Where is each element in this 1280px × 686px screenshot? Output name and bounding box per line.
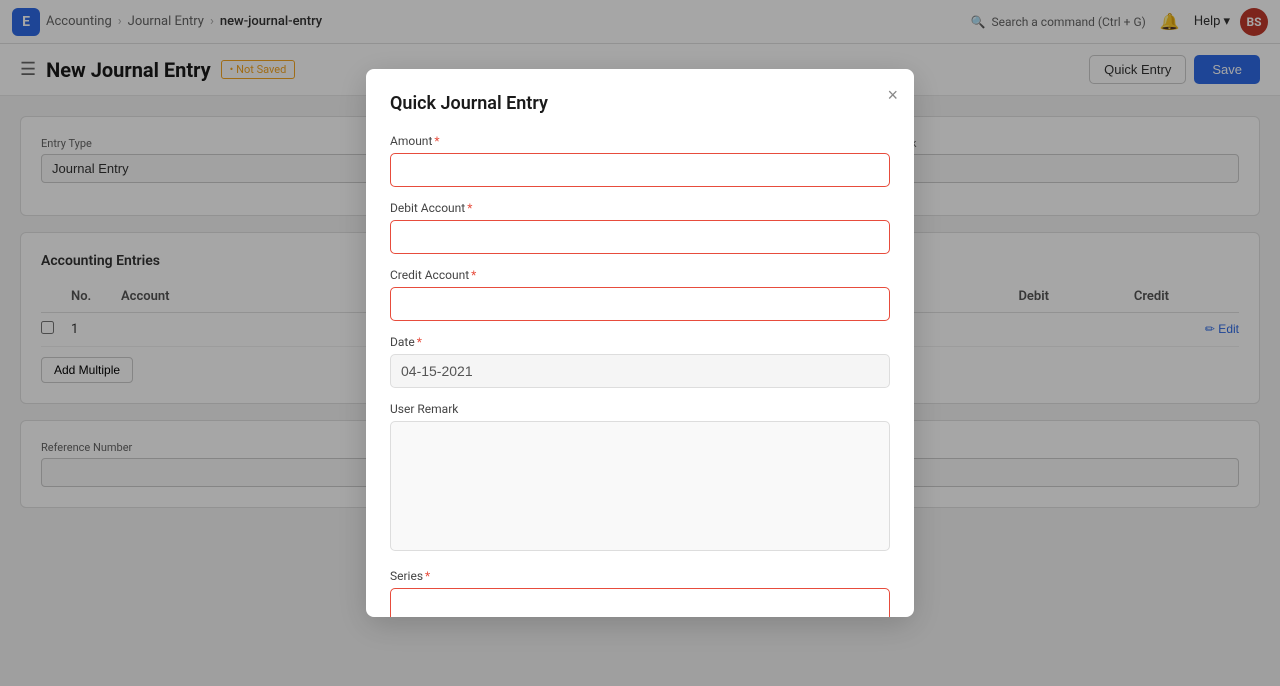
amount-input[interactable] bbox=[390, 153, 890, 187]
quick-journal-entry-modal: × Quick Journal Entry Amount* Debit Acco… bbox=[366, 69, 914, 618]
modal-close-button[interactable]: × bbox=[887, 85, 898, 106]
date-input[interactable] bbox=[390, 354, 890, 388]
debit-account-field: Debit Account* bbox=[390, 201, 890, 254]
user-remark-textarea[interactable] bbox=[390, 421, 890, 551]
series-modal-field: Series* bbox=[390, 569, 890, 618]
amount-field: Amount* bbox=[390, 134, 890, 187]
credit-account-field: Credit Account* bbox=[390, 268, 890, 321]
date-field: Date* bbox=[390, 335, 890, 388]
credit-account-input[interactable] bbox=[390, 287, 890, 321]
modal-title: Quick Journal Entry bbox=[390, 93, 890, 114]
series-modal-input[interactable] bbox=[390, 588, 890, 618]
user-remark-field: User Remark bbox=[390, 402, 890, 555]
debit-account-input[interactable] bbox=[390, 220, 890, 254]
modal-overlay: × Quick Journal Entry Amount* Debit Acco… bbox=[0, 0, 1280, 686]
